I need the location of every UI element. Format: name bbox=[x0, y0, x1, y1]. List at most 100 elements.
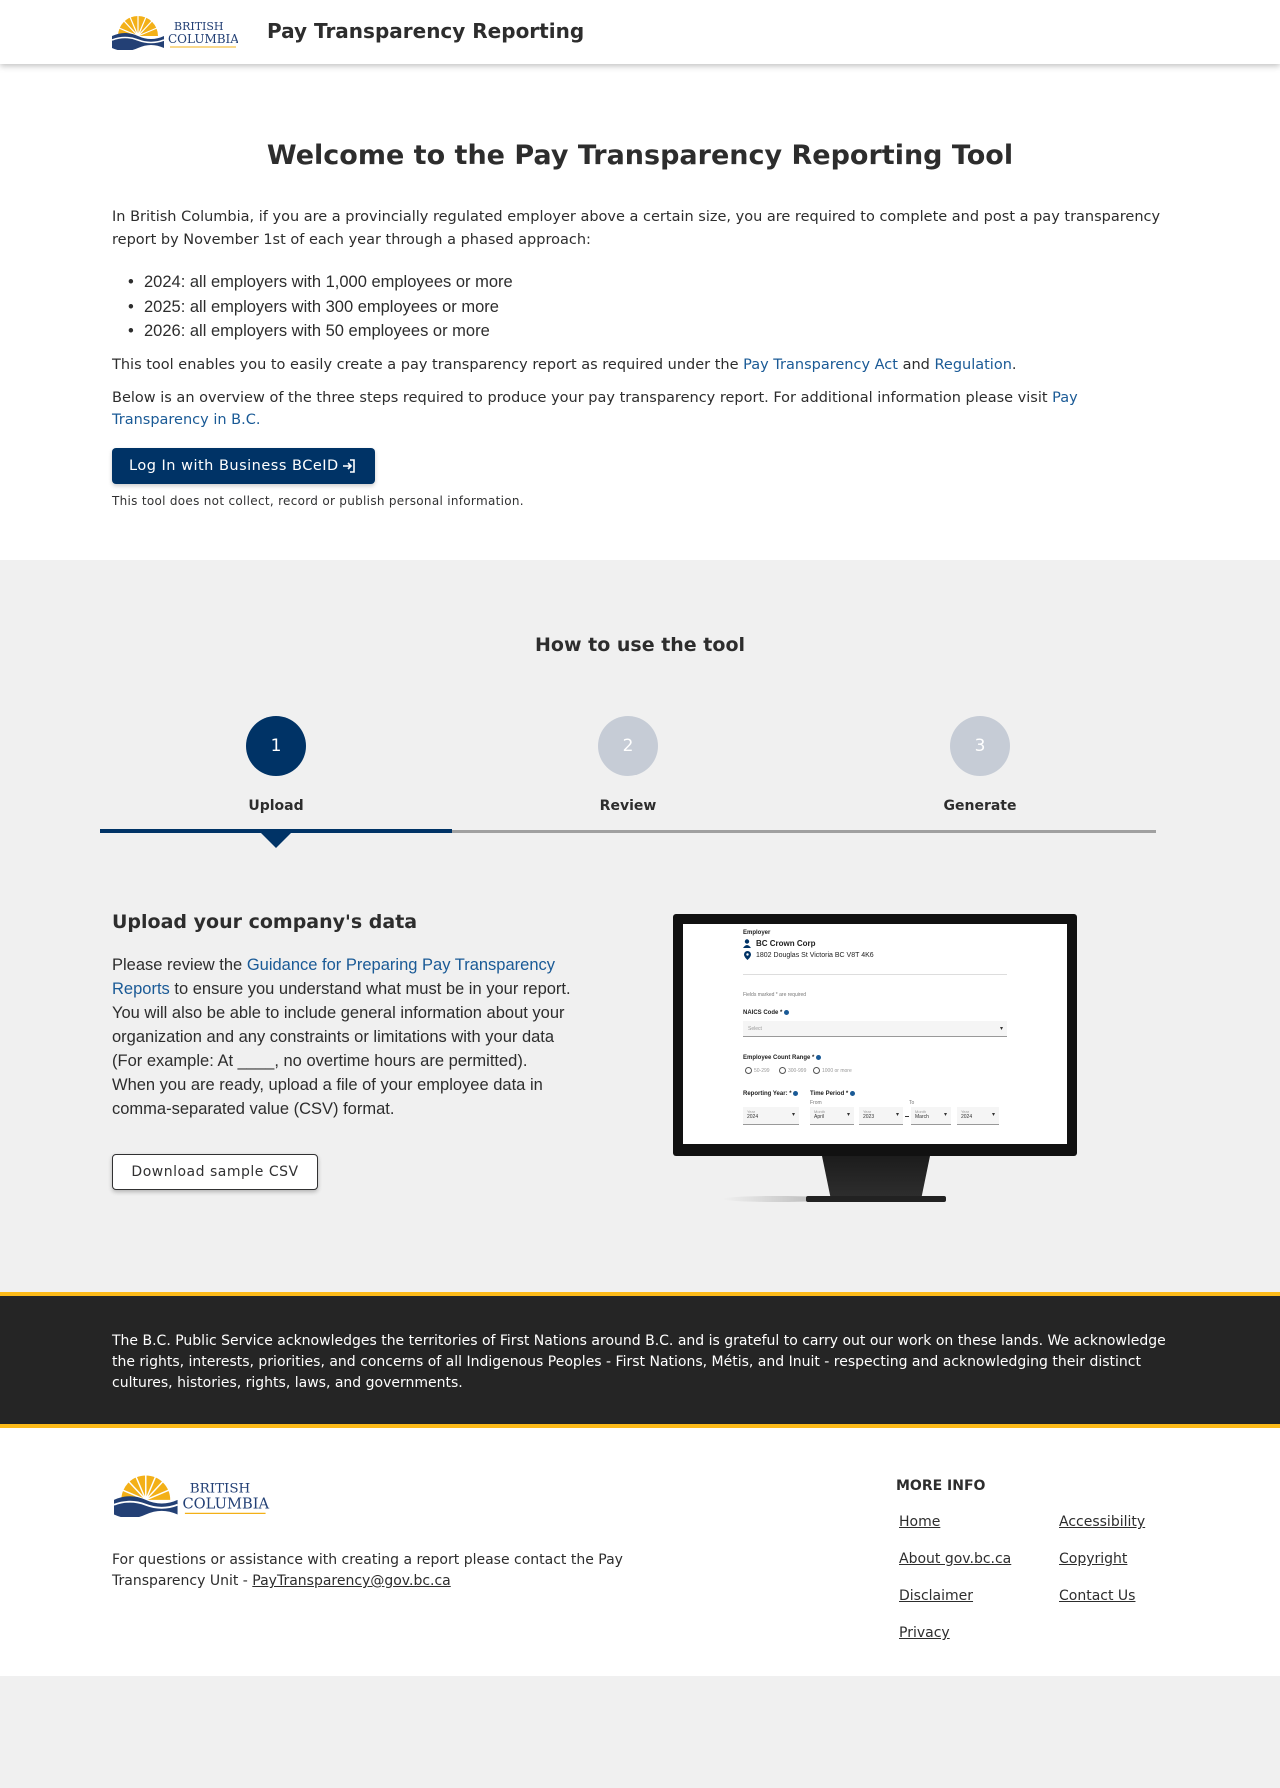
preview-range-option: 1000 or more bbox=[822, 1067, 852, 1074]
active-step-pointer-icon bbox=[260, 832, 292, 848]
tool-description-end: . bbox=[1011, 357, 1017, 373]
preview-range-radio: 300-999 bbox=[779, 1067, 806, 1074]
contact-email-link[interactable]: PayTransparency@gov.bc.ca bbox=[252, 1573, 450, 1589]
phase-item: 2024: all employers with 1,000 employees… bbox=[128, 270, 513, 295]
preview-required-note: Fields marked * are required bbox=[743, 992, 807, 998]
preview-range-dash bbox=[905, 1116, 909, 1117]
footer-bc-logo[interactable]: BRITISH COLUMBIA bbox=[112, 1473, 270, 1521]
preview-reporting-year-text: Reporting Year: * bbox=[743, 1091, 792, 1098]
step-description: Please review the Guidance for Preparing… bbox=[112, 953, 572, 1121]
person-icon bbox=[743, 939, 751, 948]
monitor-screen: Employer BC Crown Corp 1802 Douglas St V… bbox=[683, 924, 1067, 1144]
step-label: Generate bbox=[943, 798, 1017, 814]
info-icon bbox=[793, 1091, 799, 1096]
preview-select-value: 2024 bbox=[961, 1114, 973, 1120]
bc-sun-logo-icon: BRITISH COLUMBIA bbox=[113, 1475, 270, 1519]
info-icon bbox=[849, 1091, 855, 1096]
privacy-note: This tool does not collect, record or pu… bbox=[112, 494, 524, 508]
preview-select-value: 2023 bbox=[863, 1114, 875, 1120]
svg-text:BRITISH: BRITISH bbox=[190, 1482, 251, 1497]
page-bottom-spacer bbox=[0, 1676, 1280, 1788]
step-upload[interactable]: 1 Upload bbox=[216, 716, 336, 814]
footer-link-contact-us[interactable]: Contact Us bbox=[1059, 1588, 1135, 1604]
pay-transparency-act-link[interactable]: Pay Transparency Act bbox=[743, 357, 898, 373]
intro-section: Welcome to the Pay Transparency Reportin… bbox=[0, 64, 1280, 560]
step-section-title: Upload your company's data bbox=[112, 911, 418, 933]
login-button-label: Log In with Business BCeID bbox=[129, 458, 339, 474]
step-generate[interactable]: 3 Generate bbox=[920, 716, 1040, 814]
overview-paragraph: Below is an overview of the three steps … bbox=[112, 387, 1177, 431]
step-number-circle: 1 bbox=[246, 716, 306, 776]
preview-from-label: From bbox=[810, 1100, 822, 1106]
app-title: Pay Transparency Reporting bbox=[267, 19, 585, 43]
footer-link-privacy[interactable]: Privacy bbox=[899, 1625, 950, 1641]
monitor-base bbox=[806, 1196, 946, 1202]
preview-time-period-label: Time Period * bbox=[810, 1091, 855, 1097]
footer-link-accessibility[interactable]: Accessibility bbox=[1059, 1514, 1145, 1530]
footer-link-disclaimer[interactable]: Disclaimer bbox=[899, 1588, 973, 1604]
overview-text: Below is an overview of the three steps … bbox=[112, 390, 1053, 406]
preview-range-radio: 50-299 bbox=[745, 1067, 770, 1074]
phase-list: 2024: all employers with 1,000 employees… bbox=[128, 270, 513, 344]
monitor-stand bbox=[822, 1156, 930, 1198]
step-label: Upload bbox=[248, 798, 304, 814]
preview-select-value: April bbox=[814, 1114, 825, 1120]
preview-from-month-select: Month April bbox=[810, 1107, 854, 1125]
step-description-rest: to ensure you understand what must be in… bbox=[112, 980, 571, 1118]
preview-naics-select: Select bbox=[743, 1021, 1007, 1037]
preview-range-radio: 1000 or more bbox=[813, 1067, 852, 1074]
svg-text:COLUMBIA: COLUMBIA bbox=[168, 32, 238, 46]
land-acknowledgement: The B.C. Public Service acknowledges the… bbox=[0, 1292, 1280, 1428]
login-bceid-button[interactable]: Log In with Business BCeID bbox=[112, 448, 375, 484]
step-description-text: Please review the bbox=[112, 956, 247, 974]
preview-naics-label-text: NAICS Code * bbox=[743, 1010, 783, 1017]
tool-description-text: This tool enables you to easily create a… bbox=[112, 357, 744, 373]
preview-divider bbox=[743, 974, 1007, 975]
regulation-link[interactable]: Regulation bbox=[934, 357, 1011, 373]
monitor-preview-image: Employer BC Crown Corp 1802 Douglas St V… bbox=[673, 914, 1077, 1156]
preview-employer-label: Employer bbox=[743, 930, 771, 936]
footer-contact-text: For questions or assistance with creatin… bbox=[112, 1550, 632, 1592]
page-title: Welcome to the Pay Transparency Reportin… bbox=[266, 140, 1014, 171]
location-pin-icon bbox=[744, 951, 751, 960]
bc-sun-logo-icon: BRITISH COLUMBIA bbox=[111, 16, 239, 51]
step-label: Review bbox=[599, 798, 657, 814]
download-sample-csv-button[interactable]: Download sample CSV bbox=[112, 1154, 318, 1190]
step-review[interactable]: 2 Review bbox=[568, 716, 688, 814]
preview-naics-label: NAICS Code * bbox=[743, 1010, 790, 1017]
tool-description-and: and bbox=[897, 357, 935, 373]
preview-to-month-select: Month March bbox=[911, 1107, 951, 1125]
footer-link-copyright[interactable]: Copyright bbox=[1059, 1551, 1127, 1567]
preview-from-year-select: Year 2023 bbox=[859, 1107, 903, 1125]
preview-range-option: 50-299 bbox=[754, 1067, 770, 1074]
preview-time-period-text: Time Period * bbox=[810, 1091, 849, 1098]
preview-select-value: 2024 bbox=[747, 1114, 759, 1120]
svg-text:COLUMBIA: COLUMBIA bbox=[182, 1495, 269, 1512]
preview-employee-range-text: Employee Count Range * bbox=[743, 1055, 815, 1062]
preview-year-select: Year 2024 bbox=[743, 1107, 799, 1125]
bc-logo[interactable]: BRITISH COLUMBIA bbox=[111, 14, 239, 54]
site-header: BRITISH COLUMBIA Pay Transparency Report… bbox=[0, 0, 1280, 64]
preview-employee-range-label: Employee Count Range * bbox=[743, 1055, 822, 1062]
preview-reporting-year-label: Reporting Year: * bbox=[743, 1091, 799, 1098]
step-number-circle: 3 bbox=[950, 716, 1010, 776]
intro-paragraph: In British Columbia, if you are a provin… bbox=[112, 209, 1161, 248]
login-icon bbox=[342, 459, 355, 473]
phase-item: 2025: all employers with 300 employees o… bbox=[128, 295, 513, 320]
step-number-circle: 2 bbox=[598, 716, 658, 776]
preview-to-year-select: Year 2024 bbox=[957, 1107, 999, 1125]
how-to-section: How to use the tool 1 Upload 2 Review 3 … bbox=[0, 560, 1280, 1292]
how-to-heading: How to use the tool bbox=[534, 634, 746, 656]
land-acknowledgement-text: The B.C. Public Service acknowledges the… bbox=[112, 1333, 1166, 1391]
tool-description: This tool enables you to easily create a… bbox=[112, 357, 1017, 373]
footer-link-home[interactable]: Home bbox=[899, 1514, 940, 1530]
footer-link-about[interactable]: About gov.bc.ca bbox=[899, 1551, 1011, 1567]
preview-company-name: BC Crown Corp bbox=[756, 939, 816, 948]
preview-address: 1802 Douglas St Victoria BC V8T 4K6 bbox=[756, 952, 874, 959]
preview-range-option: 300-999 bbox=[788, 1067, 807, 1074]
more-info-heading: MORE INFO bbox=[896, 1478, 986, 1494]
preview-to-label: To bbox=[909, 1100, 915, 1106]
info-icon bbox=[816, 1055, 822, 1060]
phase-item: 2026: all employers with 50 employees or… bbox=[128, 319, 513, 344]
info-icon bbox=[784, 1010, 790, 1015]
